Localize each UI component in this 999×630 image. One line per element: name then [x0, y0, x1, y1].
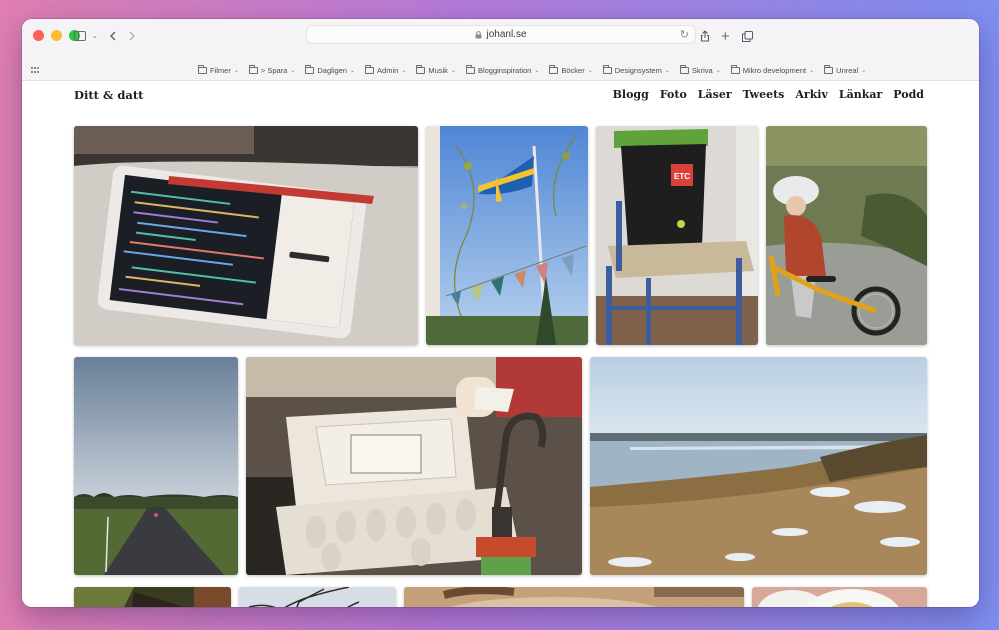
bookmark-label: Böcker [561, 66, 585, 75]
folder-icon [305, 65, 315, 74]
bookmark-folder[interactable]: > Spara ⌄ [248, 65, 296, 75]
forward-button[interactable] [128, 28, 136, 44]
chevron-right-icon [129, 31, 135, 41]
reload-icon[interactable]: ↻ [680, 28, 689, 41]
plus-icon: + [721, 27, 730, 45]
share-icon [700, 30, 710, 42]
photo-pancake-plate-partial[interactable] [752, 587, 927, 607]
chevron-down-icon: ⌄ [350, 68, 356, 74]
chevron-down-icon: ⌄ [290, 68, 296, 74]
chevron-down-icon: ⌄ [587, 68, 593, 74]
chevron-down-icon: ⌄ [450, 68, 456, 74]
window-controls [33, 30, 80, 41]
nav-link-läser[interactable]: Läser [698, 88, 732, 101]
lock-icon [475, 30, 482, 38]
bookmark-label: Admin [377, 66, 399, 75]
site-navigation: Blogg Foto Läser Tweets Arkiv Länkar Podd [613, 88, 924, 101]
address-bar[interactable]: johanl.se ↻ [306, 25, 696, 44]
minimize-window-button[interactable] [51, 30, 62, 41]
chevron-down-icon: ⌄ [664, 68, 670, 74]
nav-link-arkiv[interactable]: Arkiv [795, 88, 828, 101]
photo-bare-tree-partial[interactable] [239, 587, 396, 607]
folder-icon [416, 65, 426, 74]
folder-icon [365, 65, 375, 74]
bookmark-label: Mikro development [742, 66, 807, 75]
website-content: Ditt & datt Blogg Foto Läser Tweets Arkiv Län… [22, 81, 979, 607]
chevron-left-icon [110, 31, 116, 41]
bookmark-folder[interactable]: Musik ⌄ [416, 65, 456, 75]
browser-window: ⌄ johanl.se ↻ + Filmer ⌄ > Spara ⌄ Dagligen ⌄… [22, 19, 979, 607]
nav-link-foto[interactable]: Foto [660, 88, 687, 101]
chevron-down-icon: ⌄ [534, 68, 540, 74]
bookmark-folder[interactable]: Skriva ⌄ [679, 65, 721, 75]
new-tab-button[interactable]: + [721, 27, 730, 45]
photo-ipad-code[interactable] [74, 126, 418, 345]
share-button[interactable] [700, 28, 710, 44]
bookmark-folder[interactable]: Designsystem ⌄ [602, 65, 670, 75]
nav-link-tweets[interactable]: Tweets [743, 88, 785, 101]
show-all-bookmarks-icon[interactable] [31, 67, 39, 74]
bookmark-folder[interactable]: Mikro development ⌄ [730, 65, 815, 75]
tab-overview-button[interactable] [742, 28, 753, 44]
photo-frozen-lake[interactable] [590, 357, 927, 575]
chevron-down-icon: ⌄ [401, 68, 407, 74]
tabs-icon [742, 30, 753, 42]
bookmark-label: Filmer [210, 66, 231, 75]
bookmark-label: Dagligen [317, 66, 347, 75]
close-window-button[interactable] [33, 30, 44, 41]
nav-link-blogg[interactable]: Blogg [613, 88, 649, 101]
folder-icon [602, 65, 612, 74]
chevron-down-icon: ⌄ [233, 68, 239, 74]
back-button[interactable] [109, 28, 117, 44]
bookmark-folder[interactable]: Admin ⌄ [365, 65, 407, 75]
bookmark-folder[interactable]: Dagligen ⌄ [305, 65, 356, 75]
bookmark-folder[interactable]: Blogginspiration ⌄ [465, 65, 540, 75]
svg-text:ETC: ETC [674, 172, 690, 181]
photo-child-balance-bike[interactable] [766, 126, 927, 345]
url-text: johanl.se [486, 29, 527, 40]
bookmark-folder[interactable]: Filmer ⌄ [198, 65, 239, 75]
folder-icon [824, 65, 834, 74]
sidebar-toggle-button[interactable] [74, 28, 86, 44]
chevron-down-icon: ⌄ [809, 68, 815, 74]
folder-icon [198, 65, 207, 74]
photo-swedish-flag[interactable] [426, 126, 588, 345]
folder-icon [730, 65, 740, 74]
bookmark-label: Musik [428, 66, 448, 75]
bookmark-label: Blogginspiration [477, 66, 532, 75]
bookmark-label: Unreal [836, 66, 859, 75]
photo-baking-partial[interactable] [404, 587, 744, 607]
folder-icon [549, 65, 559, 74]
folder-icon [679, 65, 689, 74]
sidebar-icon [74, 31, 86, 41]
bookmark-label: > Spara [260, 66, 288, 75]
bookmarks-bar: Filmer ⌄ > Spara ⌄ Dagligen ⌄ Admin ⌄ Musik ⌄ Blog… [22, 61, 979, 81]
nav-link-länkar[interactable]: Länkar [839, 88, 882, 101]
photo-egg-carton-kitchen[interactable] [246, 357, 582, 575]
sidebar-menu-chevron-icon[interactable]: ⌄ [92, 28, 98, 44]
photo-rainy-road[interactable] [74, 357, 238, 575]
chevron-down-icon: ⌄ [715, 68, 721, 74]
bookmark-label: Skriva [691, 66, 713, 75]
folder-icon [465, 65, 475, 74]
photo-forest-partial[interactable] [74, 587, 231, 607]
browser-toolbar: ⌄ johanl.se ↻ + [22, 19, 979, 61]
bookmark-folder[interactable]: Böcker ⌄ [549, 65, 593, 75]
nav-link-podd[interactable]: Podd [893, 88, 924, 101]
chevron-down-icon: ⌄ [861, 68, 867, 74]
site-title[interactable]: Ditt & datt [74, 88, 143, 102]
bookmark-folder[interactable]: Unreal ⌄ [824, 65, 867, 75]
bookmark-label: Designsystem [614, 66, 662, 75]
photo-compost-bin[interactable]: ETC [596, 126, 758, 345]
folder-icon [248, 65, 258, 74]
